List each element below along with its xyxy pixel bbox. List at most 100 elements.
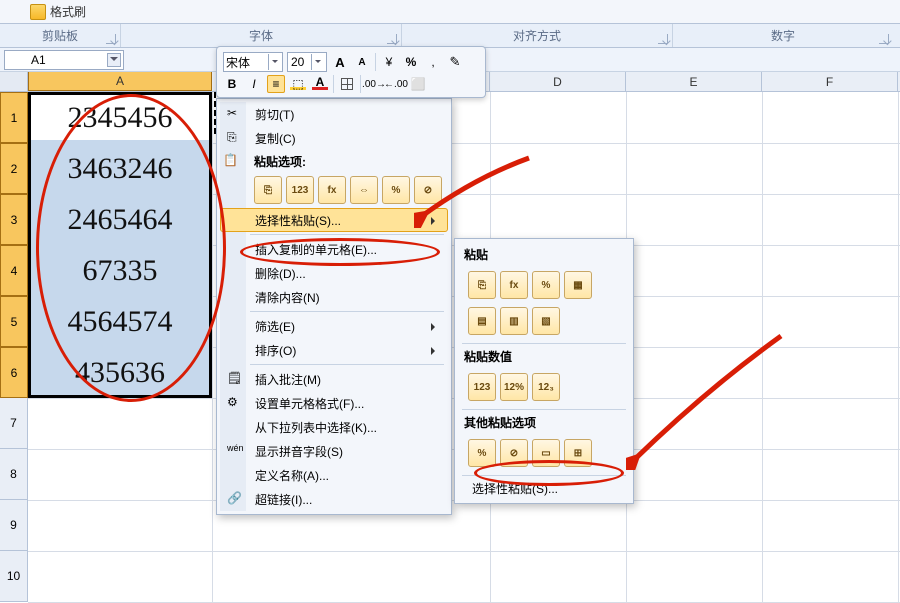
ribbon-group-alignment-label: 对齐方式 [513,27,561,44]
ctx-cut[interactable]: ✂ 剪切(T) [220,102,448,126]
borders-icon[interactable] [338,75,356,93]
dialog-launcher-icon[interactable] [879,34,889,44]
ctx-format-cells[interactable]: ⚙ 设置单元格格式(F)... [220,391,448,415]
align-center-icon[interactable]: ≡ [267,75,285,93]
ctx-label: 复制(C) [255,130,296,147]
paste-option-icon[interactable]: 123 [468,373,496,401]
paste-option-icon[interactable]: ▧ [532,307,560,335]
format-painter-label[interactable]: 格式刷 [50,3,86,20]
paste-option-icon[interactable]: ⊘ [414,176,442,204]
paste-option-icon[interactable]: 12₃ [532,373,560,401]
clipboard-icon: 📋 [223,153,239,169]
ctx-paste-options-row: ⎘ 123 fx ⇔ % ⊘ [220,172,448,208]
chevron-right-icon [431,217,439,225]
bold-icon[interactable]: B [223,75,241,93]
paste-option-icon[interactable]: 123 [286,176,314,204]
paste-option-icon[interactable]: fx [500,271,528,299]
select-all-corner[interactable] [0,72,28,91]
ctx-hyperlink[interactable]: 🔗超链接(I)... [220,487,448,511]
paste-option-icon[interactable]: ⊞ [564,439,592,467]
row-header[interactable]: 3 [0,194,28,245]
cell-value: 4564574 [28,296,212,347]
paste-option-icon[interactable]: ▤ [468,307,496,335]
ctx-label: 选择性粘贴(S)... [255,212,341,229]
dialog-launcher-icon[interactable] [106,34,116,44]
name-box[interactable]: A1 [4,50,124,70]
paste-option-icon[interactable]: 12% [500,373,528,401]
merge-cells-icon[interactable]: ⬜ [409,75,427,93]
dialog-launcher-icon[interactable] [658,34,668,44]
ctx-show-pinyin[interactable]: wén显示拼音字段(S) [220,439,448,463]
ctx-delete[interactable]: 删除(D)... [220,261,448,285]
ctx-insert-comment[interactable]: 🗒插入批注(M) [220,367,448,391]
paste-option-icon[interactable]: ⎘ [254,176,282,204]
row-header[interactable]: 2 [0,143,28,194]
paste-option-icon[interactable]: ⊘ [500,439,528,467]
ctx-paste-options-header: 📋 粘贴选项: [220,150,448,172]
dialog-launcher-icon[interactable] [387,34,397,44]
ctx-insert-copied[interactable]: 插入复制的单元格(E)... [220,237,448,261]
accounting-format-icon[interactable]: ¥ [380,53,398,71]
row-header[interactable]: 1 [0,92,28,143]
chevron-down-icon[interactable] [311,54,323,70]
ctx-label: 排序(O) [255,342,296,359]
hyperlink-icon: 🔗 [227,491,243,507]
ctx-label: 筛选(E) [255,318,295,335]
format-icon: ⚙ [227,395,243,411]
column-header[interactable]: E [626,72,762,91]
percent-format-icon[interactable]: % [402,53,420,71]
row-header[interactable]: 5 [0,296,28,347]
comma-format-icon[interactable]: , [424,53,442,71]
paste-option-icon[interactable]: ▭ [532,439,560,467]
submenu-header: 粘贴数值 [458,344,630,369]
paste-option-icon[interactable]: fx [318,176,346,204]
ctx-label: 剪切(T) [255,106,294,123]
ctx-label: 插入批注(M) [255,371,321,388]
row-header[interactable]: 6 [0,347,28,398]
column-header[interactable]: D [490,72,626,91]
ctx-copy[interactable]: ⎘ 复制(C) [220,126,448,150]
ribbon-group-number-label: 数字 [771,27,795,44]
ctx-clear[interactable]: 清除内容(N) [220,285,448,309]
font-size-selector[interactable]: 20 [287,52,327,72]
ctx-label: 设置单元格格式(F)... [255,395,364,412]
paste-option-icon[interactable]: % [532,271,560,299]
row-header[interactable]: 7 [0,398,28,449]
ctx-pick-from-list[interactable]: 从下拉列表中选择(K)... [220,415,448,439]
paste-option-icon[interactable]: % [468,439,496,467]
column-header-A[interactable]: A [28,72,212,91]
chevron-down-icon[interactable] [107,53,121,67]
decrease-decimal-icon[interactable]: ←.00 [387,75,405,93]
row-header[interactable]: 10 [0,551,28,602]
font-name-value: 宋体 [226,54,250,71]
font-color-icon[interactable]: A [311,75,329,93]
format-painter-icon[interactable]: ✎ [446,53,464,71]
row-header[interactable]: 9 [0,500,28,551]
ctx-define-name[interactable]: 定义名称(A)... [220,463,448,487]
paste-option-icon[interactable]: ▦ [564,271,592,299]
increase-decimal-icon[interactable]: .00→ [365,75,383,93]
ribbon-group-clipboard: 剪贴板 [0,24,120,47]
submenu-paste-special[interactable]: 选择性粘贴(S)... [458,476,630,500]
decrease-font-icon[interactable]: A [353,53,371,71]
paste-option-icon[interactable]: ⇔ [350,176,378,204]
submenu-paste-row2: ▤ ▥ ▧ [458,307,630,343]
ctx-filter[interactable]: 筛选(E) [220,314,448,338]
paste-option-icon[interactable]: ⎘ [468,271,496,299]
column-header[interactable]: F [762,72,898,91]
cell-value: 435636 [28,347,212,398]
row-header[interactable]: 8 [0,449,28,500]
format-painter-icon[interactable] [30,4,46,20]
italic-icon[interactable]: I [245,75,263,93]
ctx-sort[interactable]: 排序(O) [220,338,448,362]
fill-color-icon[interactable]: ⬚ [289,75,307,93]
ctx-paste-special[interactable]: 选择性粘贴(S)... [220,208,448,232]
paste-option-icon[interactable]: ▥ [500,307,528,335]
row-headers: 1 2 3 4 5 6 7 8 9 10 [0,92,28,602]
font-name-selector[interactable]: 宋体 [223,52,283,72]
chevron-down-icon[interactable] [268,54,280,70]
row-header[interactable]: 4 [0,245,28,296]
paste-special-submenu: 粘贴 ⎘ fx % ▦ ▤ ▥ ▧ 粘贴数值 123 12% 12₃ 其他粘贴选… [454,238,634,504]
increase-font-icon[interactable]: A [331,53,349,71]
paste-option-icon[interactable]: % [382,176,410,204]
